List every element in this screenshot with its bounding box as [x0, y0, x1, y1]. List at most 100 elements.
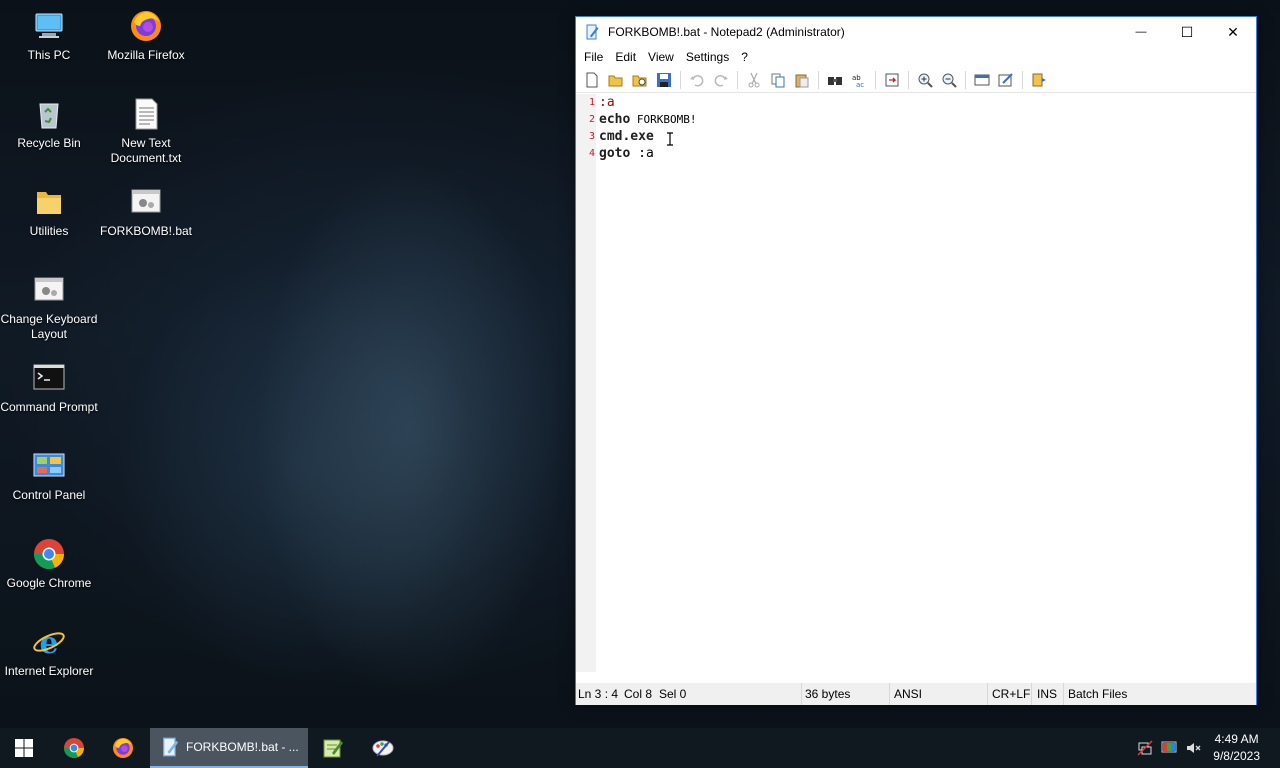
redo-icon[interactable]: [710, 69, 732, 91]
status-encoding[interactable]: ANSI: [894, 687, 922, 701]
menu-file[interactable]: File: [578, 47, 609, 67]
chrome-icon: [64, 738, 84, 759]
firefox-icon: [128, 8, 164, 44]
notepad-plus-icon: [323, 739, 343, 758]
text-editor[interactable]: 1 :a 2 echo FORKBOMB! 3 cmd.exe 4 goto :…: [576, 94, 1256, 758]
taskbar: FORKBOMB!.bat - ... 4:49 AM 9/8/2023: [0, 728, 1280, 768]
code-token: FORKBOMB!: [630, 113, 697, 126]
status-separator: [801, 683, 802, 705]
toolbar-separator: [875, 70, 876, 89]
toolbar: ab ac: [576, 67, 1256, 93]
volume-muted-icon[interactable]: [1182, 728, 1204, 768]
code-line: 3 cmd.exe: [576, 128, 1256, 145]
toolbar-separator: [818, 70, 819, 89]
status-selection: Sel 0: [659, 687, 687, 701]
zoom-in-icon[interactable]: [914, 69, 936, 91]
browse-icon[interactable]: [629, 69, 651, 91]
menu-settings[interactable]: Settings: [680, 47, 735, 67]
toolbar-separator: [680, 70, 681, 89]
open-icon[interactable]: [605, 69, 627, 91]
line-number: 2: [588, 114, 595, 125]
taskbar-notepad-plus[interactable]: [309, 728, 357, 768]
scheme-icon[interactable]: [971, 69, 993, 91]
taskbar-clock[interactable]: 4:49 AM 9/8/2023: [1213, 731, 1260, 765]
taskbar-notepad2-label: FORKBOMB!.bat - ...: [186, 740, 299, 754]
customize-icon[interactable]: [995, 69, 1017, 91]
line-number: 1: [588, 97, 595, 108]
menu-edit[interactable]: Edit: [609, 47, 642, 67]
code-token: :a: [599, 95, 615, 110]
toolbar-separator: [908, 70, 909, 89]
menu-view[interactable]: View: [642, 47, 680, 67]
taskbar-chrome[interactable]: [50, 728, 98, 768]
svg-text:ac: ac: [856, 81, 864, 88]
line-number-gutter: [576, 94, 596, 672]
recycle-bin-icon: [31, 96, 67, 132]
desktop-icon-google-chrome[interactable]: Google Chrome: [0, 536, 98, 591]
find-icon[interactable]: [824, 69, 846, 91]
desktop-icon-control-panel[interactable]: Control Panel: [0, 448, 98, 503]
start-button[interactable]: [0, 728, 48, 768]
text-cursor-icon: [667, 132, 673, 146]
desktop-icon-internet-explorer[interactable]: e Internet Explorer: [0, 624, 98, 679]
status-bar: Ln 3 : 4 Col 8 Sel 0 36 bytes ANSI CR+LF…: [576, 683, 1256, 705]
maximize-button[interactable]: ☐: [1164, 17, 1210, 47]
status-separator: [889, 683, 890, 705]
window-title: FORKBOMB!.bat - Notepad2 (Administrator): [608, 25, 845, 39]
menu-help[interactable]: ?: [735, 47, 754, 67]
status-separator: [1063, 683, 1064, 705]
code-line: 2 echo FORKBOMB!: [576, 111, 1256, 128]
status-line-ending[interactable]: CR+LF: [992, 687, 1030, 701]
status-line-position: Ln 3 : 4: [578, 687, 619, 701]
desktop-icon-new-text-document[interactable]: New Text Document.txt: [97, 96, 195, 166]
close-button[interactable]: ✕: [1210, 17, 1256, 47]
desktop-icon-command-prompt[interactable]: Command Prompt: [0, 360, 98, 415]
code-token: goto: [599, 146, 631, 161]
code-token: echo: [599, 112, 631, 127]
zoom-out-icon[interactable]: [938, 69, 960, 91]
code-line: 4 goto :a: [576, 145, 1256, 162]
status-column: Col 8: [624, 687, 653, 701]
clock-date: 9/8/2023: [1213, 749, 1260, 763]
copy-icon[interactable]: [767, 69, 789, 91]
goto-icon[interactable]: [881, 69, 903, 91]
paste-icon[interactable]: [791, 69, 813, 91]
notepad2-app-icon: [163, 737, 179, 757]
taskbar-paint[interactable]: [359, 728, 407, 768]
desktop-icon-utilities[interactable]: Utilities: [0, 184, 98, 239]
display-tray-icon[interactable]: [1158, 728, 1180, 768]
new-icon[interactable]: [581, 69, 603, 91]
code-token: cmd.exe: [599, 129, 654, 144]
replace-icon[interactable]: ab ac: [848, 69, 870, 91]
line-number: 4: [588, 148, 595, 159]
desktop-icon-this-pc[interactable]: This PC: [0, 8, 98, 63]
toolbar-separator: [737, 70, 738, 89]
save-icon[interactable]: [653, 69, 675, 91]
network-icon[interactable]: [1134, 728, 1156, 768]
desktop-icon-recycle-bin[interactable]: Recycle Bin: [0, 96, 98, 151]
text-file-icon: [128, 96, 164, 132]
status-syntax-scheme[interactable]: Batch Files: [1068, 687, 1127, 701]
ie-icon: e: [31, 624, 67, 661]
status-insert-mode[interactable]: INS: [1037, 687, 1057, 701]
status-separator: [1031, 683, 1032, 705]
status-separator: [987, 683, 988, 705]
undo-icon[interactable]: [686, 69, 708, 91]
line-number: 3: [588, 131, 595, 142]
desktop-icon-change-keyboard-layout[interactable]: Change Keyboard Layout: [0, 272, 98, 342]
control-panel-icon: [31, 448, 67, 484]
clock-time: 4:49 AM: [1214, 732, 1259, 746]
toolbar-separator: [965, 70, 966, 89]
taskbar-notepad2[interactable]: FORKBOMB!.bat - ...: [150, 728, 308, 768]
svg-text:e: e: [39, 626, 58, 660]
taskbar-firefox[interactable]: [99, 728, 147, 768]
desktop-icon-firefox[interactable]: Mozilla Firefox: [97, 8, 195, 63]
minimize-button[interactable]: —: [1118, 17, 1164, 47]
menu-bar: File Edit View Settings ?: [576, 47, 1256, 67]
settings-icon[interactable]: [1028, 69, 1050, 91]
status-file-size: 36 bytes: [805, 687, 851, 701]
cut-icon[interactable]: [743, 69, 765, 91]
chrome-icon: [31, 536, 67, 572]
desktop-icon-forkbomb-bat[interactable]: FORKBOMB!.bat: [97, 184, 195, 239]
title-bar[interactable]: FORKBOMB!.bat - Notepad2 (Administrator)…: [576, 17, 1256, 47]
